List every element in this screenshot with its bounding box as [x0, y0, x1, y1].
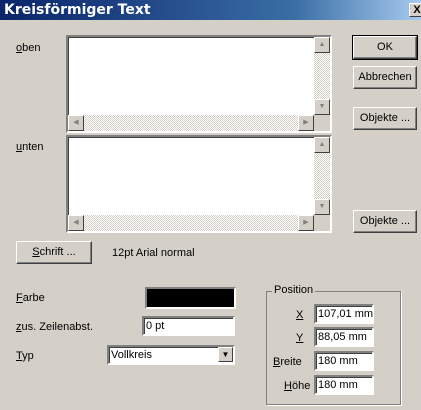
close-button[interactable]: X: [409, 3, 421, 17]
title-bar: Kreisförmiger Text X: [0, 0, 421, 20]
height-input[interactable]: 180 mm: [314, 375, 374, 395]
color-label: Farbe: [16, 292, 45, 304]
oben-horizontal-scrollbar[interactable]: ◀ ▶: [68, 115, 314, 131]
x-label: X: [296, 309, 304, 321]
type-label: Typ: [16, 350, 34, 362]
scroll-right-arrow-icon[interactable]: ▶: [298, 115, 314, 131]
cancel-button[interactable]: Abbrechen: [353, 66, 417, 89]
objects-bottom-button[interactable]: Objekte ...: [353, 210, 417, 233]
oben-vertical-scrollbar[interactable]: ▲ ▼: [314, 37, 330, 115]
unten-horizontal-scrollbar[interactable]: ◀ ▶: [68, 215, 314, 231]
window-title: Kreisförmiger Text: [4, 2, 151, 18]
height-value: 180 mm: [318, 379, 358, 391]
scroll-down-arrow-icon[interactable]: ▼: [314, 99, 330, 115]
scroll-left-arrow-icon[interactable]: ◀: [68, 115, 84, 131]
width-value: 180 mm: [318, 355, 358, 367]
width-label: Breite: [273, 356, 302, 368]
type-dropdown[interactable]: Vollkreis ▼: [107, 345, 235, 365]
unten-vertical-scrollbar[interactable]: ▲ ▼: [314, 137, 330, 215]
oben-label: oben: [16, 42, 41, 54]
height-label: Höhe: [284, 380, 311, 392]
scroll-down-arrow-icon[interactable]: ▼: [314, 199, 330, 215]
scroll-left-arrow-icon[interactable]: ◀: [68, 215, 84, 231]
unten-label: unten: [16, 141, 44, 153]
font-button[interactable]: Schrift ...: [16, 241, 92, 264]
y-value: 88,05 mm: [318, 331, 367, 343]
unten-textarea[interactable]: ▲ ▼ ◀ ▶: [66, 135, 332, 233]
line-spacing-value: 0 pt: [146, 320, 165, 332]
objects-top-button[interactable]: Objekte ...: [353, 107, 417, 130]
line-spacing-label: zus. Zeilenabst.: [16, 321, 94, 333]
x-input[interactable]: 107,01 mm: [314, 304, 374, 324]
scroll-corner: [314, 115, 330, 131]
type-value: Vollkreis: [111, 349, 152, 361]
width-input[interactable]: 180 mm: [314, 351, 374, 371]
color-swatch[interactable]: [145, 287, 236, 309]
position-group-title: Position: [272, 284, 316, 296]
chevron-down-icon[interactable]: ▼: [218, 347, 233, 362]
x-value: 107,01 mm: [318, 308, 374, 320]
oben-textarea[interactable]: ▲ ▼ ◀ ▶: [66, 35, 332, 133]
ok-button[interactable]: OK: [352, 35, 418, 60]
y-input[interactable]: 88,05 mm: [314, 327, 374, 347]
scroll-up-arrow-icon[interactable]: ▲: [314, 137, 330, 153]
scroll-up-arrow-icon[interactable]: ▲: [314, 37, 330, 53]
font-info: 12pt Arial normal: [112, 247, 195, 259]
scroll-corner: [314, 215, 330, 231]
y-label: Y: [296, 332, 304, 344]
line-spacing-input[interactable]: 0 pt: [142, 316, 235, 336]
scroll-right-arrow-icon[interactable]: ▶: [298, 215, 314, 231]
